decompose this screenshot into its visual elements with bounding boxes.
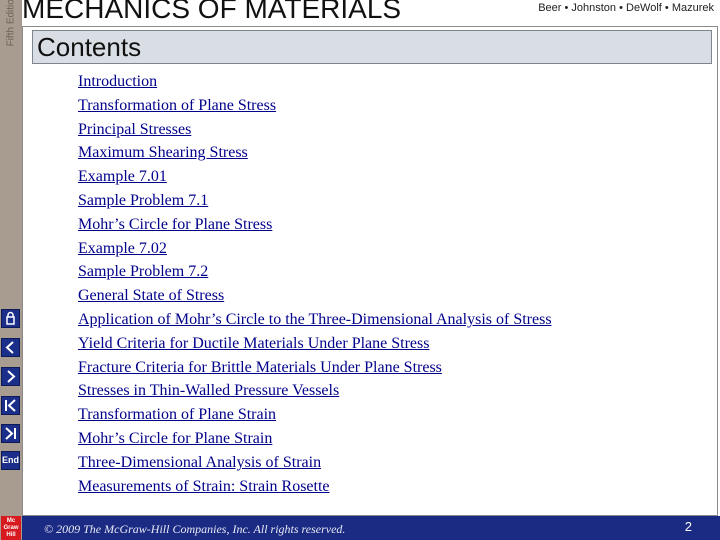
toc-link-pressure-vessels[interactable]: Stresses in Thin-Walled Pressure Vessels <box>78 379 698 403</box>
book-title: MECHANICS OF MATERIALS <box>22 0 402 24</box>
contents-list: Introduction Transformation of Plane Str… <box>78 70 698 498</box>
toc-link-strain-rosette[interactable]: Measurements of Strain: Strain Rosette <box>78 475 698 499</box>
toc-link-sample-problem-7-1[interactable]: Sample Problem 7.1 <box>78 189 698 213</box>
edition-label-box: Fifth Edition <box>0 0 22 46</box>
edition-label: Fifth Edition <box>5 0 17 47</box>
first-icon <box>5 399 16 412</box>
toc-link-example-7-01[interactable]: Example 7.01 <box>78 165 698 189</box>
toc-link-transformation-plane-stress[interactable]: Transformation of Plane Stress <box>78 94 698 118</box>
previous-button[interactable] <box>1 338 20 357</box>
toc-link-sample-problem-7-2[interactable]: Sample Problem 7.2 <box>78 260 698 284</box>
home-icon <box>6 311 15 325</box>
next-icon <box>7 370 16 383</box>
toc-link-mohrs-circle-plane-strain[interactable]: Mohr’s Circle for Plane Strain <box>78 427 698 451</box>
toc-link-3d-analysis-strain[interactable]: Three-Dimensional Analysis of Strain <box>78 451 698 475</box>
toc-link-general-state-of-stress[interactable]: General State of Stress <box>78 284 698 308</box>
toc-link-principal-stresses[interactable]: Principal Stresses <box>78 118 698 142</box>
footer-bar: © 2009 The McGraw-Hill Companies, Inc. A… <box>22 516 720 540</box>
toc-link-transformation-plane-strain[interactable]: Transformation of Plane Strain <box>78 403 698 427</box>
toc-link-example-7-02[interactable]: Example 7.02 <box>78 237 698 261</box>
slide-heading: Contents <box>37 32 142 62</box>
end-icon: End <box>2 455 19 465</box>
sidebar: Fifth Edition End Mc Graw Hill <box>0 0 22 540</box>
toc-link-mohrs-circle-plane-stress[interactable]: Mohr’s Circle for Plane Stress <box>78 213 698 237</box>
last-icon <box>5 427 16 440</box>
slide-heading-bar: Contents <box>32 30 712 64</box>
next-button[interactable] <box>1 367 20 386</box>
toc-link-yield-criteria[interactable]: Yield Criteria for Ductile Materials Und… <box>78 332 698 356</box>
toc-link-maximum-shearing-stress[interactable]: Maximum Shearing Stress <box>78 141 698 165</box>
first-button[interactable] <box>1 396 20 415</box>
page-number: 2 <box>684 519 692 534</box>
copyright-notice: © 2009 The McGraw-Hill Companies, Inc. A… <box>44 522 346 536</box>
last-button[interactable] <box>1 424 20 443</box>
toc-link-mohrs-circle-3d-stress[interactable]: Application of Mohr’s Circle to the Thre… <box>78 308 698 332</box>
mcgraw-hill-logo: Mc Graw Hill <box>1 516 21 540</box>
home-button[interactable] <box>1 309 20 328</box>
toc-link-fracture-criteria[interactable]: Fracture Criteria for Brittle Materials … <box>78 356 698 380</box>
authors-line: Beer • Johnston • DeWolf • Mazurek <box>538 2 714 14</box>
toc-link-introduction[interactable]: Introduction <box>78 70 698 94</box>
end-button[interactable]: End <box>1 451 20 470</box>
previous-icon <box>5 341 14 354</box>
